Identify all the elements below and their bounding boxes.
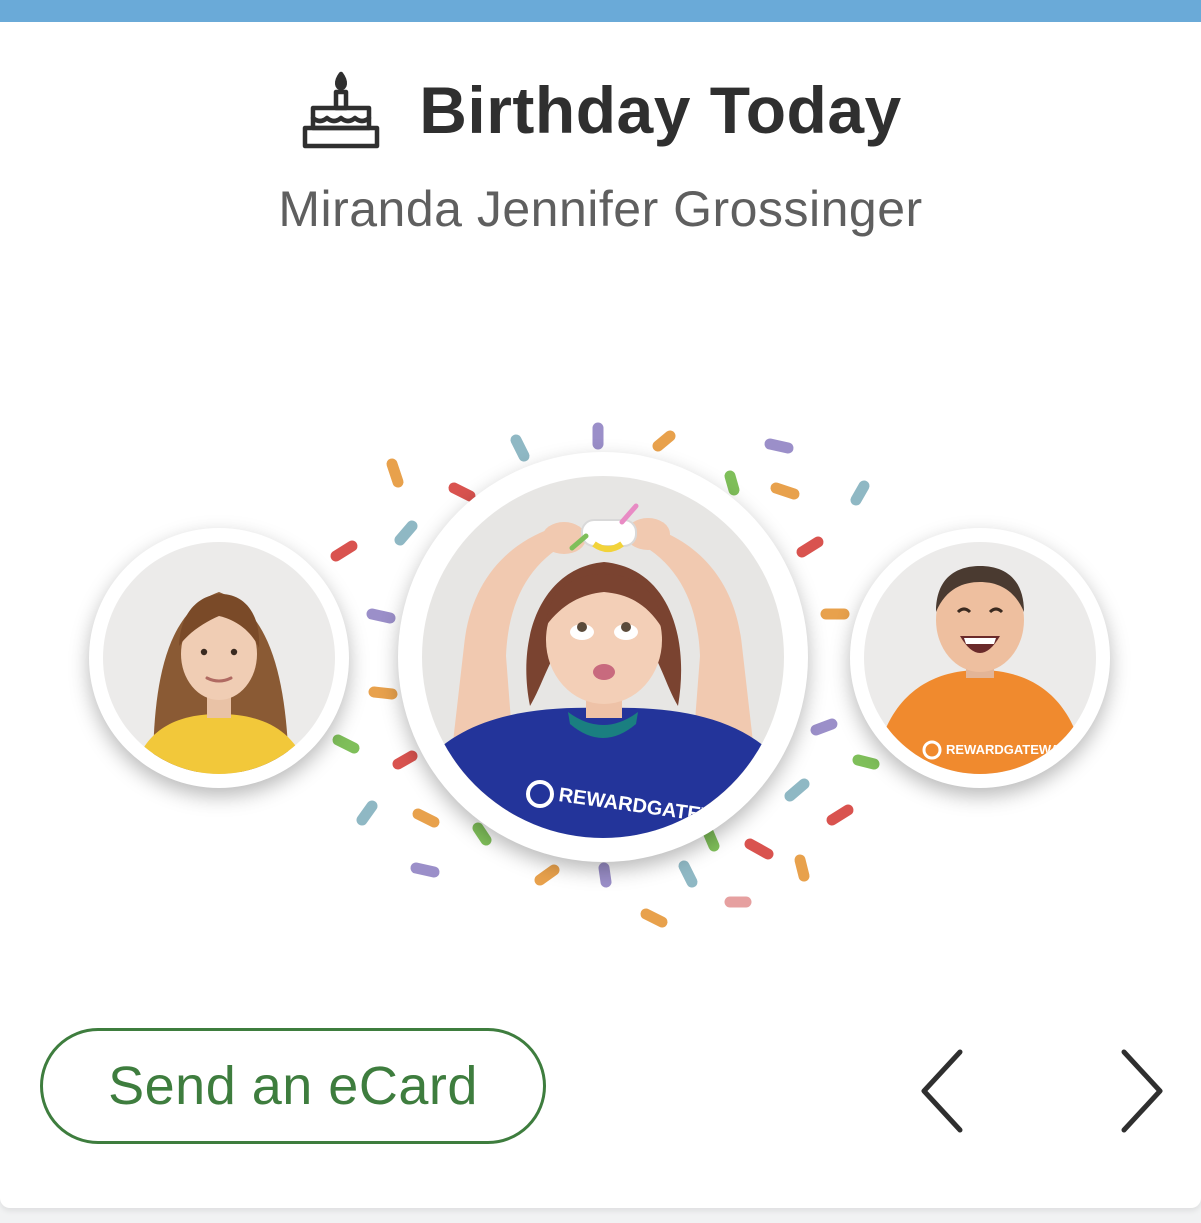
birthday-carousel: REWARDGATEWAY REWARDGATEWAY	[0, 400, 1201, 960]
svg-text:REWARDGATEWAY: REWARDGATEWAY	[946, 742, 1068, 757]
birthday-person-name: Miranda Jennifer Grossinger	[278, 181, 923, 237]
previous-person-photo[interactable]	[89, 528, 349, 788]
widget-header: Birthday Today	[0, 68, 1201, 152]
accent-bar	[0, 0, 1201, 22]
next-person-photo[interactable]: REWARDGATEWAY	[850, 528, 1110, 788]
chevron-right-icon	[1121, 1049, 1163, 1133]
widget-title: Birthday Today	[419, 73, 902, 147]
previous-birthday-button[interactable]	[912, 1046, 972, 1136]
chevron-left-icon	[921, 1049, 963, 1133]
next-birthday-button[interactable]	[1112, 1046, 1172, 1136]
featured-person-photo[interactable]: REWARDGATEWAY	[398, 452, 808, 862]
birthday-cake-icon	[299, 68, 383, 152]
birthday-widget: Birthday Today Miranda Jennifer Grossing…	[0, 0, 1201, 1208]
send-ecard-button[interactable]: Send an eCard	[40, 1028, 546, 1144]
